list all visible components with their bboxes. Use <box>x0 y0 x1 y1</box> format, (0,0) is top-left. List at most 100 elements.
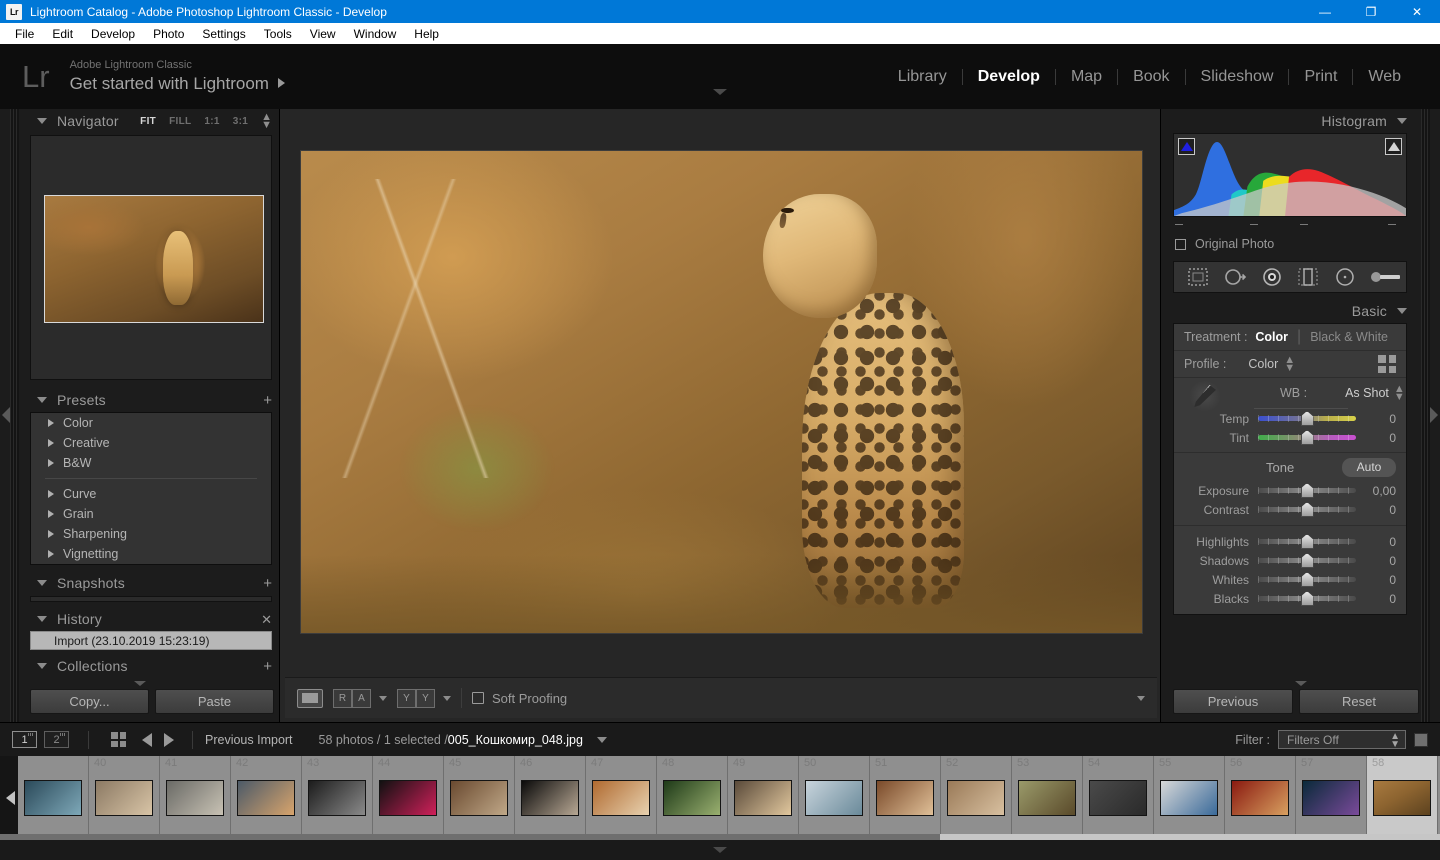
slider-temp[interactable]: Temp 0 <box>1174 409 1406 428</box>
previous-button[interactable]: Previous <box>1173 689 1293 714</box>
copy-settings-icon[interactable]: YY <box>397 688 435 708</box>
shadow-clipping-indicator[interactable] <box>1178 138 1195 155</box>
chevron-down-icon[interactable] <box>37 118 47 124</box>
exposure-track[interactable] <box>1258 483 1356 498</box>
whites-value[interactable]: 0 <box>1356 573 1396 587</box>
highlights-knob[interactable] <box>1300 534 1314 549</box>
filmstrip-thumb-44[interactable]: 44 <box>373 756 444 840</box>
temp-track[interactable] <box>1258 411 1356 426</box>
highlights-value[interactable]: 0 <box>1356 535 1396 549</box>
close-icon[interactable]: ✕ <box>1394 0 1440 23</box>
right-panel-bottom-chevron-icon[interactable] <box>1294 681 1307 686</box>
filmstrip-thumb-0[interactable] <box>18 756 89 840</box>
chevron-down-icon[interactable] <box>37 616 47 622</box>
tint-value[interactable]: 0 <box>1356 431 1396 445</box>
whites-track[interactable] <box>1258 572 1356 587</box>
adjustment-brush-tool[interactable] <box>1369 266 1400 288</box>
navigate-forward-icon[interactable] <box>164 732 174 747</box>
profile-stepper-icon[interactable]: ▲ ▼ <box>1284 354 1295 373</box>
filter-stepper-icon[interactable]: ▲ ▼ <box>1390 732 1400 750</box>
highlights-track[interactable] <box>1258 534 1356 549</box>
tint-knob[interactable] <box>1300 430 1314 445</box>
filmstrip-thumb-52[interactable]: 52 <box>941 756 1012 840</box>
slider-shadows[interactable]: Shadows 0 <box>1174 551 1406 570</box>
loupe-view-icon[interactable] <box>297 688 323 708</box>
graduated-filter-tool[interactable] <box>1295 266 1321 288</box>
menu-settings[interactable]: Settings <box>193 25 254 43</box>
clear-history-icon[interactable]: ✕ <box>261 613 272 626</box>
filmstrip-thumb-48[interactable]: 48 <box>657 756 728 840</box>
filmstrip[interactable]: 40 41 42 43 44 45 46 47 48 49 50 51 52 5… <box>0 756 1440 840</box>
module-map[interactable]: Map <box>1056 68 1117 86</box>
source-window-1-button[interactable]: 1 <box>12 731 37 748</box>
temp-knob[interactable] <box>1300 411 1314 426</box>
source-dropdown-icon[interactable] <box>596 736 607 743</box>
exposure-knob[interactable] <box>1300 483 1314 498</box>
contrast-value[interactable]: 0 <box>1356 503 1396 517</box>
right-panel-collapse-icon[interactable] <box>1430 407 1438 423</box>
photo-preview[interactable] <box>299 149 1143 634</box>
zoom-fill[interactable]: FILL <box>169 116 191 127</box>
soft-proofing-checkbox[interactable] <box>472 692 484 704</box>
reset-button[interactable]: Reset <box>1299 689 1419 714</box>
slider-blacks[interactable]: Blacks 0 <box>1174 589 1406 608</box>
navigator-header[interactable]: Navigator FIT FILL 1:1 3:1 ▲ ▼ <box>22 109 280 133</box>
filmstrip-thumb-40[interactable]: 40 <box>89 756 160 840</box>
preset-group-curve[interactable]: Curve <box>31 484 271 504</box>
slider-contrast[interactable]: Contrast 0 <box>1174 500 1406 519</box>
source-window-2-button[interactable]: 2 <box>44 731 69 748</box>
blacks-knob[interactable] <box>1300 591 1314 606</box>
wb-value[interactable]: As Shot <box>1345 386 1389 400</box>
filmstrip-thumb-56[interactable]: 56 <box>1225 756 1296 840</box>
collections-header[interactable]: Collections + <box>22 654 280 678</box>
chevron-down-icon[interactable] <box>1397 118 1407 124</box>
history-header[interactable]: History ✕ <box>22 607 280 631</box>
menu-view[interactable]: View <box>301 25 345 43</box>
filmstrip-thumb-53[interactable]: 53 <box>1012 756 1083 840</box>
left-panel-collapse-icon[interactable] <box>2 407 10 423</box>
add-preset-icon[interactable]: + <box>263 393 272 408</box>
before-after-options-chevron-icon[interactable] <box>379 695 387 701</box>
temp-value[interactable]: 0 <box>1356 412 1396 426</box>
filmstrip-thumb-54[interactable]: 54 <box>1083 756 1154 840</box>
module-library[interactable]: Library <box>883 68 962 86</box>
navigator-preview[interactable] <box>30 135 272 380</box>
module-slideshow[interactable]: Slideshow <box>1186 68 1289 86</box>
left-panel-resize-handle[interactable] <box>10 109 19 722</box>
bottom-panel-chevron-icon[interactable] <box>713 847 727 853</box>
module-print[interactable]: Print <box>1289 68 1352 86</box>
menu-edit[interactable]: Edit <box>43 25 82 43</box>
module-develop[interactable]: Develop <box>963 68 1055 86</box>
zoom-fit[interactable]: FIT <box>140 116 156 127</box>
identity-plate[interactable]: Adobe Lightroom Classic Get started with… <box>70 59 285 94</box>
whites-knob[interactable] <box>1300 572 1314 587</box>
play-triangle-icon[interactable] <box>277 78 285 89</box>
add-collection-icon[interactable]: + <box>263 659 272 674</box>
grid-view-icon[interactable] <box>111 732 126 747</box>
image-canvas[interactable] <box>285 109 1157 674</box>
treatment-bw-option[interactable]: Black & White <box>1310 330 1388 344</box>
preset-group-bw[interactable]: B&W <box>31 453 271 473</box>
tint-track[interactable] <box>1258 430 1356 445</box>
filmstrip-toggle-icon[interactable] <box>1414 732 1428 747</box>
auto-tone-button[interactable]: Auto <box>1342 457 1396 477</box>
spot-removal-tool[interactable] <box>1222 266 1248 288</box>
minimize-icon[interactable]: — <box>1302 0 1348 23</box>
filmstrip-thumb-45[interactable]: 45 <box>444 756 515 840</box>
chevron-down-icon[interactable] <box>1397 308 1407 314</box>
menu-file[interactable]: File <box>6 25 43 43</box>
filmstrip-thumb-43[interactable]: 43 <box>302 756 373 840</box>
blacks-track[interactable] <box>1258 591 1356 606</box>
preset-group-creative[interactable]: Creative <box>31 433 271 453</box>
menu-tools[interactable]: Tools <box>255 25 301 43</box>
filmstrip-thumb-55[interactable]: 55 <box>1154 756 1225 840</box>
shadows-value[interactable]: 0 <box>1356 554 1396 568</box>
wb-stepper-icon[interactable]: ▲ ▼ <box>1394 383 1405 402</box>
soft-proofing-label[interactable]: Soft Proofing <box>492 691 567 706</box>
profile-browser-grid-icon[interactable] <box>1378 355 1396 373</box>
filter-select[interactable]: Filters Off ▲ ▼ <box>1278 730 1406 750</box>
add-snapshot-icon[interactable]: + <box>263 576 272 591</box>
filmstrip-thumb-47[interactable]: 47 <box>586 756 657 840</box>
copy-button[interactable]: Copy... <box>30 689 149 714</box>
filmstrip-thumb-57[interactable]: 57 <box>1296 756 1367 840</box>
